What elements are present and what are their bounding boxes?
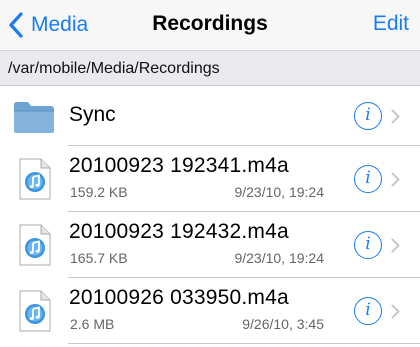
file-name: 20100926 033950.m4a: [69, 286, 289, 309]
folder-icon: [14, 102, 54, 133]
info-icon[interactable]: i: [354, 165, 382, 193]
list-item-file[interactable]: 20100926 033950.m4a 2.6 MB 9/26/10, 3:45…: [0, 278, 420, 344]
file-list: Sync i 20100923 192341.m4a 159.2 KB 9/23…: [0, 86, 420, 344]
row-divider: [68, 343, 420, 344]
list-item-folder[interactable]: Sync i: [0, 86, 420, 146]
info-icon[interactable]: i: [354, 297, 382, 325]
folder-name: Sync: [69, 103, 116, 126]
current-path: /var/mobile/Media/Recordings: [8, 60, 220, 77]
page-title: Recordings: [152, 12, 268, 35]
list-item-file[interactable]: 20100923 192341.m4a 159.2 KB 9/23/10, 19…: [0, 146, 420, 212]
file-date: 9/23/10, 19:24: [234, 250, 324, 266]
file-size: 165.7 KB: [70, 250, 128, 266]
info-icon[interactable]: i: [354, 231, 382, 259]
file-date: 9/26/10, 3:45: [242, 316, 324, 332]
path-bar: /var/mobile/Media/Recordings: [0, 50, 420, 86]
file-date: 9/23/10, 19:24: [234, 184, 324, 200]
file-name: 20100923 192432.m4a: [69, 220, 289, 243]
file-size: 2.6 MB: [70, 316, 115, 332]
audio-file-icon: [19, 290, 51, 332]
list-item-file[interactable]: 20100923 192432.m4a 165.7 KB 9/23/10, 19…: [0, 212, 420, 278]
chevron-right-icon: [391, 172, 400, 187]
chevron-right-icon: [391, 238, 400, 253]
chevron-right-icon: [391, 109, 400, 124]
edit-button[interactable]: Edit: [373, 12, 409, 36]
file-size: 159.2 KB: [70, 184, 128, 200]
audio-file-icon: [19, 224, 51, 266]
audio-file-icon: [19, 158, 51, 200]
file-name: 20100923 192341.m4a: [69, 154, 289, 177]
info-icon[interactable]: i: [354, 102, 382, 130]
navigation-bar: Media Recordings Edit: [0, 0, 420, 50]
chevron-right-icon: [391, 304, 400, 319]
